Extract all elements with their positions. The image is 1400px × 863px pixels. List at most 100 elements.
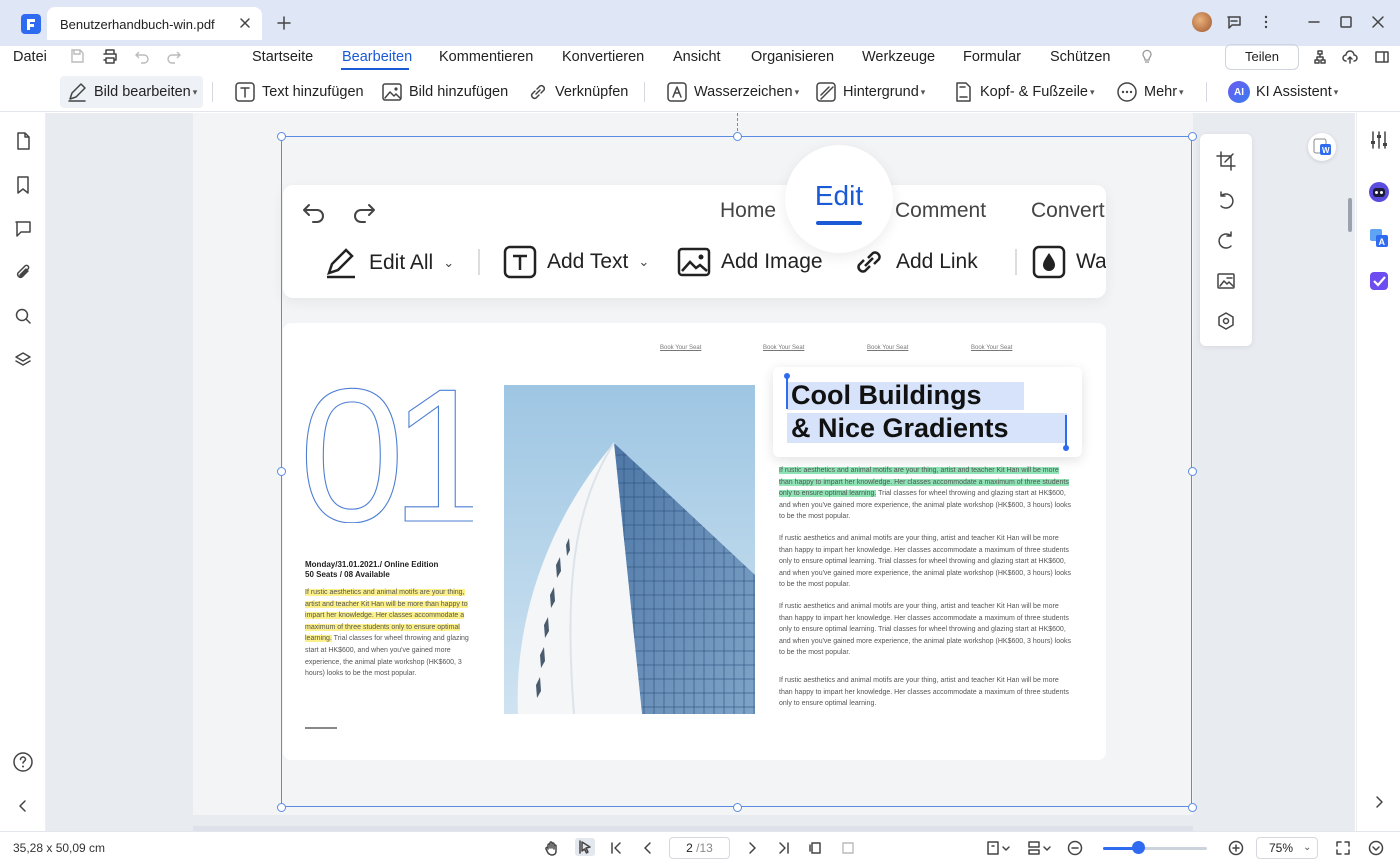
edit-toolbar: Bild bearbeiten ▾ Text hinzufügen Bild hi… (0, 72, 1400, 112)
help-icon[interactable] (12, 751, 34, 773)
crop-icon[interactable] (1216, 151, 1236, 171)
status-bar: 35,28 x 50,09 cm 2 /13 75% ⌄ (0, 831, 1400, 863)
next-page-icon[interactable] (744, 840, 760, 856)
left-sidebar (0, 113, 46, 831)
user-avatar[interactable] (1192, 12, 1212, 32)
rotate-right-icon[interactable] (1216, 231, 1236, 251)
watermark-button[interactable]: Wasserzeichen ▾ (666, 79, 799, 105)
page-number-input[interactable]: 2 /13 (669, 837, 730, 859)
resize-handle-n[interactable] (733, 132, 742, 141)
background-icon (816, 82, 836, 102)
rotate-left-icon[interactable] (1216, 191, 1236, 211)
select-tool-icon[interactable] (575, 838, 595, 856)
app-logo-icon[interactable] (21, 14, 41, 34)
page-layout-dropdown-icon[interactable] (986, 840, 1012, 856)
menu-schuetzen[interactable]: Schützen (1050, 49, 1110, 65)
print-icon[interactable] (102, 48, 118, 64)
collapse-left-icon[interactable] (14, 797, 32, 815)
vertical-scrollbar-thumb[interactable] (1348, 198, 1352, 232)
edit-pen-icon (68, 83, 86, 102)
menu-startseite[interactable]: Startseite (252, 49, 313, 65)
title-bar: Benutzerhandbuch-win.pdf (0, 0, 1400, 46)
task-check-icon[interactable] (1368, 270, 1390, 292)
resize-handle-nw[interactable] (277, 132, 286, 141)
document-tab-title: Benutzerhandbuch-win.pdf (60, 17, 215, 32)
resize-handle-w[interactable] (277, 467, 286, 476)
search-icon[interactable] (14, 307, 32, 325)
zoom-slider-track[interactable] (1103, 847, 1207, 850)
feedback-icon[interactable] (1226, 14, 1242, 30)
fullscreen-icon[interactable] (1335, 840, 1351, 856)
collapse-right-icon[interactable] (1370, 793, 1388, 811)
minimize-icon[interactable] (1306, 14, 1322, 30)
link-button[interactable]: Verknüpfen (527, 79, 628, 105)
lightbulb-icon[interactable] (1139, 48, 1155, 64)
menu-ansicht[interactable]: Ansicht (673, 49, 721, 65)
translate-icon[interactable]: A (1368, 227, 1390, 249)
more-button[interactable]: Mehr ▾ (1116, 79, 1184, 105)
svg-text:W: W (1322, 146, 1330, 155)
right-sidebar: A (1356, 113, 1400, 831)
toolbar-divider (212, 82, 213, 102)
properties-sliders-icon[interactable] (1368, 129, 1390, 151)
resize-handle-se[interactable] (1188, 803, 1197, 812)
more-vertical-icon[interactable] (1258, 14, 1274, 30)
toolbar-divider (1206, 82, 1207, 102)
redo-icon[interactable] (166, 48, 182, 64)
zoom-slider-knob[interactable] (1131, 841, 1145, 854)
watermark-label: Wasserzeichen (694, 84, 793, 100)
resize-handle-s[interactable] (733, 803, 742, 812)
zoom-in-icon[interactable] (1228, 840, 1244, 856)
ai-assistant-button[interactable]: AI KI Assistent ▾ (1228, 79, 1338, 105)
edit-image-label: Bild bearbeiten (94, 84, 191, 100)
last-page-icon[interactable] (776, 840, 792, 856)
save-icon[interactable] (69, 48, 85, 64)
attachment-icon[interactable] (14, 263, 32, 281)
zoom-level-select[interactable]: 75% ⌄ (1256, 837, 1318, 859)
menu-kommentieren[interactable]: Kommentieren (439, 49, 533, 65)
maximize-icon[interactable] (1338, 14, 1354, 30)
statusbar-collapse-icon[interactable] (1368, 840, 1384, 856)
close-tab-icon[interactable] (238, 16, 252, 30)
organization-icon[interactable] (1312, 49, 1328, 65)
menu-formular[interactable]: Formular (963, 49, 1021, 65)
add-text-button[interactable]: Text hinzufügen (234, 79, 364, 105)
layers-icon[interactable] (14, 351, 32, 369)
add-image-button[interactable]: Bild hinzufügen (381, 79, 508, 105)
cloud-upload-icon[interactable] (1342, 49, 1358, 65)
comment-icon[interactable] (14, 220, 32, 238)
header-footer-button[interactable]: Kopf- & Fußzeile ▾ (952, 79, 1095, 105)
menu-file[interactable]: Datei (13, 49, 47, 65)
rotate-page-icon[interactable] (808, 840, 824, 856)
image-icon (382, 83, 402, 101)
zoom-out-icon[interactable] (1067, 840, 1083, 856)
convert-to-word-icon[interactable]: W (1308, 133, 1336, 161)
menu-konvertieren[interactable]: Konvertieren (562, 49, 644, 65)
menu-werkzeuge[interactable]: Werkzeuge (862, 49, 935, 65)
bookmark-icon[interactable] (14, 176, 32, 194)
image-properties-icon[interactable] (1216, 311, 1236, 331)
hand-tool-icon[interactable] (544, 840, 560, 856)
undo-icon[interactable] (134, 48, 150, 64)
previous-page-icon[interactable] (640, 840, 656, 856)
share-button[interactable]: Teilen (1225, 44, 1299, 70)
resize-handle-ne[interactable] (1188, 132, 1197, 141)
resize-handle-sw[interactable] (277, 803, 286, 812)
fit-page-icon[interactable] (840, 840, 856, 856)
header-footer-label: Kopf- & Fußzeile (980, 84, 1088, 100)
document-tab[interactable]: Benutzerhandbuch-win.pdf (47, 7, 262, 40)
ai-robot-icon[interactable] (1368, 181, 1390, 203)
menu-organisieren[interactable]: Organisieren (751, 49, 834, 65)
resize-handle-e[interactable] (1188, 467, 1197, 476)
page-thumbnails-icon[interactable] (14, 132, 32, 150)
new-tab-icon[interactable] (276, 15, 292, 31)
scroll-mode-dropdown-icon[interactable] (1027, 840, 1053, 856)
image-selection-frame[interactable] (281, 136, 1192, 807)
first-page-icon[interactable] (608, 840, 624, 856)
close-window-icon[interactable] (1370, 14, 1386, 30)
menu-bearbeiten[interactable]: Bearbeiten (342, 49, 412, 65)
background-button[interactable]: Hintergrund ▾ (815, 79, 925, 105)
edit-image-button[interactable]: Bild bearbeiten ▾ (60, 76, 204, 108)
panel-toggle-icon[interactable] (1374, 49, 1390, 65)
replace-image-icon[interactable] (1216, 271, 1236, 291)
